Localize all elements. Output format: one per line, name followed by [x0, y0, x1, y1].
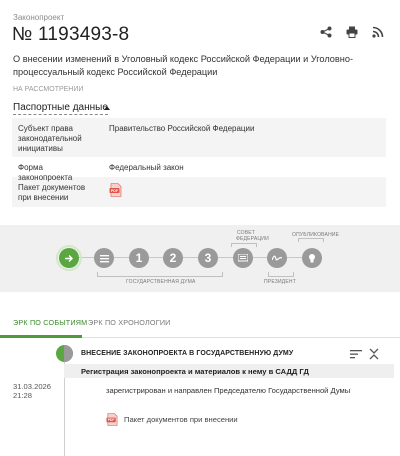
list-icon: [99, 254, 109, 262]
passport-row: Пакет документов при внесении PDF: [12, 177, 386, 207]
event-document-link[interactable]: PDF Пакет документов при внесении: [106, 413, 238, 426]
collapse-icon[interactable]: [368, 348, 380, 360]
caret-up-icon[interactable]: [104, 106, 110, 110]
timeline-stage-title: ВНЕСЕНИЕ ЗАКОНОПРОЕКТА В ГОСУДАРСТВЕННУЮ…: [81, 350, 294, 357]
passport-table: Субъект права законодательной инициативы…: [12, 118, 386, 207]
event-document-label: Пакет документов при внесении: [124, 415, 238, 424]
publication-bracket: [298, 238, 324, 242]
timeline-node: [56, 345, 73, 362]
bill-title: О внесении изменений в Уголовный кодекс …: [13, 54, 354, 77]
tab-by-chronology[interactable]: ЭРК ПО ХРОНОЛОГИИ: [88, 318, 171, 327]
tab-by-events[interactable]: ЭРК ПО СОБЫТИЯМ: [13, 318, 87, 327]
stage-label-council: СОВЕТ ФЕДЕРАЦИИ: [236, 230, 269, 242]
step-introduction[interactable]: [59, 248, 79, 268]
step-president[interactable]: [267, 248, 287, 268]
council-label-line2: ФЕДЕРАЦИИ: [236, 236, 269, 242]
event-time: 21:28: [13, 391, 33, 400]
step-publication[interactable]: [302, 248, 322, 268]
status-badge: НА РАССМОТРЕНИИ: [13, 86, 84, 93]
passport-value: Правительство Российской Федерации: [109, 124, 255, 133]
step-preliminary[interactable]: [94, 248, 114, 268]
step-reading-3[interactable]: 3: [198, 248, 218, 268]
step-reading-1[interactable]: 1: [129, 248, 149, 268]
seal-icon: [309, 254, 315, 263]
event-date: 31.03.2026: [13, 382, 52, 391]
print-icon[interactable]: [346, 26, 358, 38]
signature-icon: [272, 255, 282, 261]
svg-text:PDF: PDF: [108, 418, 115, 422]
passport-value: Федеральный закон: [109, 163, 184, 172]
council-icon: [238, 254, 248, 262]
passport-key: Форма законопроекта: [18, 163, 73, 182]
kicker: Законопроект: [13, 13, 65, 22]
svg-text:PDF: PDF: [111, 189, 119, 193]
president-bracket: [268, 272, 294, 277]
event-text: зарегистрирован и направлен Председателю…: [106, 386, 351, 395]
arrow-right-icon: [64, 254, 73, 262]
active-tab-indicator: [0, 335, 82, 338]
passport-value: PDF: [105, 177, 386, 207]
pdf-icon: PDF: [106, 413, 118, 426]
passport-row: Форма законопроекта Федеральный закон: [12, 157, 386, 182]
filter-icon[interactable]: [350, 348, 362, 360]
rss-icon[interactable]: [372, 26, 384, 38]
passport-key: Субъект права законодательной инициативы: [18, 124, 82, 153]
passport-key: Пакет документов при внесении: [18, 183, 86, 202]
council-bracket: [231, 243, 257, 247]
duma-bracket: [97, 272, 223, 277]
stage-label-duma: ГОСУДАРСТВЕННАЯ ДУМА: [126, 279, 196, 285]
step-reading-2[interactable]: 2: [163, 248, 183, 268]
bill-number: № 1193493-8: [12, 24, 130, 45]
step-federation-council[interactable]: [233, 248, 253, 268]
stage-label-president: ПРЕЗИДЕНТ: [264, 279, 296, 285]
bill-actions: [320, 26, 384, 38]
passport-row: Субъект права законодательной инициативы…: [12, 118, 386, 157]
tabs-bar: ЭРК ПО СОБЫТИЯМ ЭРК ПО ХРОНОЛОГИИ: [0, 306, 400, 338]
share-icon[interactable]: [320, 26, 332, 38]
event-title: Регистрация законопроекта и материалов к…: [81, 367, 309, 376]
passport-toggle[interactable]: Паспортные данные: [13, 102, 108, 115]
event-datetime: 31.03.2026 21:28: [13, 382, 51, 400]
pdf-icon[interactable]: PDF: [109, 183, 122, 197]
